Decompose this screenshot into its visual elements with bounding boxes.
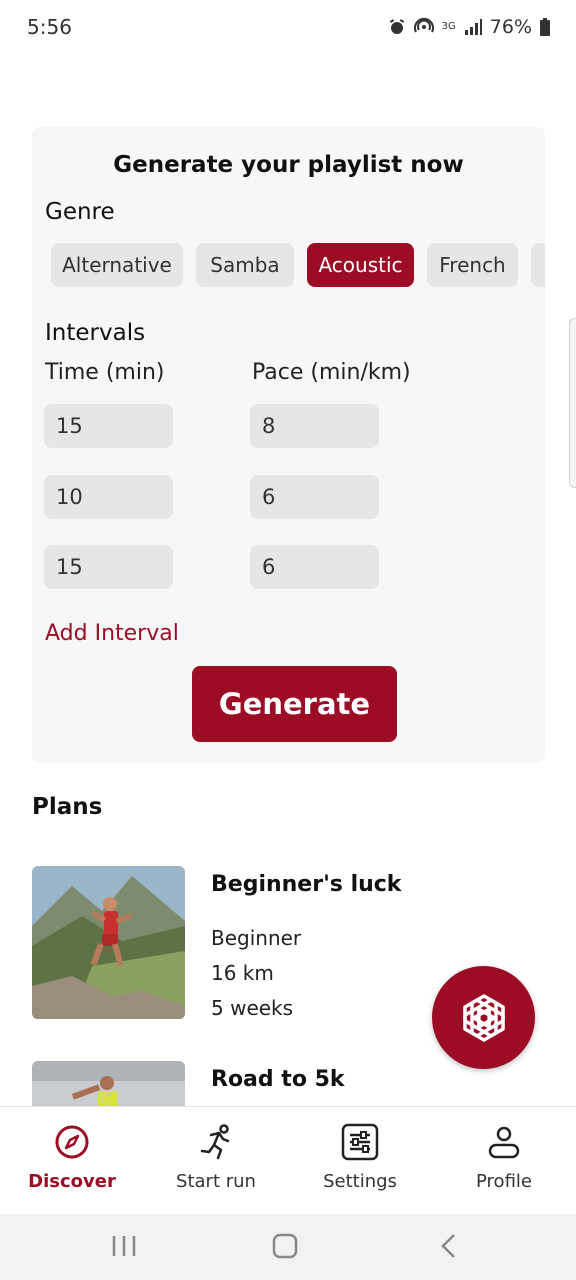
battery-percent: 76% (489, 16, 532, 38)
bottom-nav: Discover Start run Settings Profile (0, 1106, 576, 1214)
plan-image-road-to-5k[interactable] (32, 1061, 185, 1111)
time-column-label: Time (min) (45, 360, 165, 385)
home-icon (272, 1233, 298, 1259)
openai-logo-icon (462, 993, 505, 1042)
person-icon (488, 1126, 520, 1159)
alarm-icon (389, 19, 404, 34)
status-bar: 5:56 3G 76% (0, 0, 576, 56)
plan-title[interactable]: Beginner's luck (211, 872, 401, 897)
genre-chip-partial[interactable] (531, 243, 545, 287)
ai-assistant-button[interactable] (432, 966, 535, 1069)
card-title: Generate your playlist now (113, 152, 464, 178)
intervals-label: Intervals (45, 320, 146, 346)
hotspot-icon (413, 17, 434, 33)
genre-chip-acoustic[interactable]: Acoustic (307, 243, 414, 287)
interval-pace-field[interactable]: 6 (250, 475, 379, 519)
back-chevron-icon (441, 1234, 455, 1258)
interval-pace-field[interactable]: 6 (250, 545, 379, 589)
genre-chip-samba[interactable]: Samba (196, 243, 294, 287)
interval-time-field[interactable]: 15 (44, 545, 173, 589)
signal-icon (464, 19, 482, 35)
nav-item-settings[interactable]: Settings (288, 1107, 432, 1215)
status-time: 5:56 (27, 15, 72, 39)
plan-image-beginners-luck[interactable] (32, 866, 185, 1019)
generate-button[interactable]: Generate (192, 666, 397, 742)
interval-time-field[interactable]: 15 (44, 404, 173, 448)
runner-icon (200, 1124, 230, 1160)
battery-icon (540, 18, 550, 36)
nav-item-start-run[interactable]: Start run (144, 1107, 288, 1215)
plan-level: Beginner (211, 926, 302, 950)
nav-item-discover[interactable]: Discover (0, 1107, 144, 1215)
plan-duration: 5 weeks (211, 996, 294, 1020)
plans-heading: Plans (32, 794, 103, 820)
recent-apps-button[interactable] (108, 1230, 140, 1262)
compass-icon (55, 1125, 89, 1159)
plan-title[interactable]: Road to 5k (211, 1067, 345, 1092)
pace-column-label: Pace (min/km) (252, 360, 411, 385)
home-button[interactable] (269, 1230, 301, 1262)
back-button[interactable] (432, 1230, 464, 1262)
sliders-icon (341, 1123, 379, 1161)
genre-chip-french[interactable]: French (427, 243, 518, 287)
add-interval-link[interactable]: Add Interval (45, 621, 179, 646)
interval-time-field[interactable]: 10 (44, 475, 173, 519)
nav-item-profile[interactable]: Profile (432, 1107, 576, 1215)
genre-chip-alternative[interactable]: Alternative (51, 243, 183, 287)
nav-label-settings: Settings (323, 1171, 397, 1192)
network-type: 3G (441, 21, 456, 32)
plan-distance: 16 km (211, 961, 274, 985)
genre-chips[interactable]: Alternative Samba Acoustic French (51, 243, 545, 289)
nav-label-profile: Profile (476, 1171, 532, 1192)
interval-pace-field[interactable]: 8 (250, 404, 379, 448)
status-icons: 3G 76% (388, 16, 550, 38)
nav-label-start-run: Start run (176, 1171, 256, 1192)
scrollbar-thumb[interactable] (569, 318, 576, 488)
nav-label-discover: Discover (28, 1171, 116, 1192)
genre-label: Genre (45, 199, 115, 225)
recent-apps-icon (112, 1236, 136, 1256)
system-nav-bar (0, 1214, 576, 1280)
